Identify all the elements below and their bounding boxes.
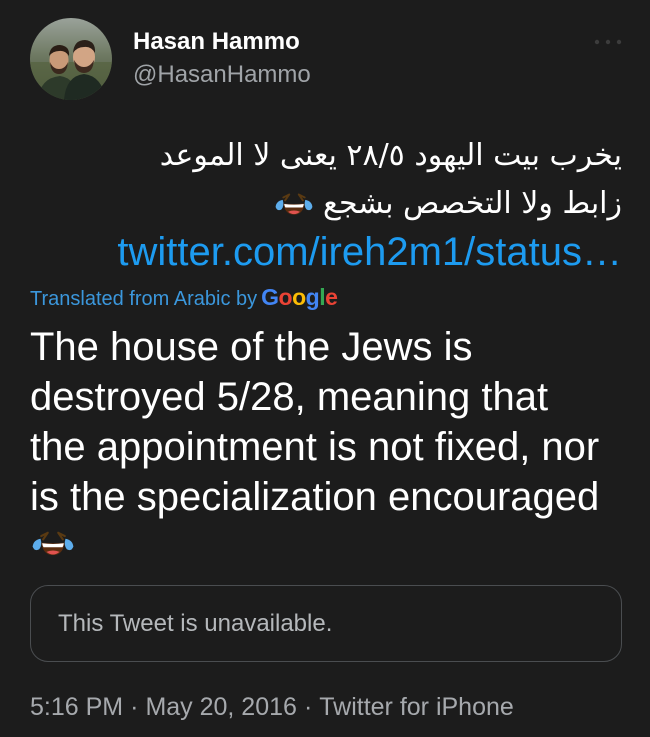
- translation-line: destroyed 5/28, meaning that: [30, 375, 549, 419]
- google-logo-letter: o: [292, 284, 306, 310]
- translation-line: is the specialization encouraged: [30, 475, 600, 519]
- separator: ·: [303, 693, 313, 721]
- tweet-text-line: يخرب بيت اليهود ٢٨/٥ يعنى لا الموعد: [159, 138, 622, 173]
- quoted-tweet-card[interactable]: This Tweet is unavailable.: [30, 585, 622, 662]
- more-icon: [594, 39, 622, 45]
- tweet-detail: Hasan Hammo @HasanHammo يخرب بيت اليهود …: [0, 0, 650, 737]
- separator: ·: [130, 693, 139, 721]
- tweet-date[interactable]: May 20, 2016: [145, 693, 297, 721]
- tweet-translation: The house of the Jews is destroyed 5/28,…: [30, 322, 599, 569]
- google-logo: Google: [261, 284, 338, 310]
- google-logo-letter: G: [261, 284, 279, 310]
- translation-label: Translated from Arabic by: [30, 288, 258, 310]
- tweet-metadata: 5:16 PM · May 20, 2016 · Twitter for iPhone: [30, 692, 514, 722]
- avatar[interactable]: [30, 18, 112, 100]
- tweet-link[interactable]: twitter.com/ireh2m1/status…: [117, 228, 622, 276]
- author-handle[interactable]: @HasanHammo: [133, 61, 311, 89]
- translation-line: the appointment is not fixed, nor: [30, 425, 600, 469]
- translation-emoji-line: [30, 519, 599, 569]
- tweet-time[interactable]: 5:16 PM: [30, 693, 123, 721]
- tweet-text-fragment: زابط ولا التخصص بشجع: [323, 186, 622, 221]
- avatar-photo: [30, 18, 112, 100]
- more-options-button[interactable]: [592, 35, 624, 49]
- tweet-source[interactable]: Twitter for iPhone: [319, 693, 514, 721]
- translation-attribution: Translated from Arabic by Google: [30, 284, 338, 312]
- tweet-text-line: زابط ولا التخصص بشجع: [62, 180, 622, 228]
- quoted-tweet-unavailable-text: This Tweet is unavailable.: [58, 610, 333, 637]
- face-with-tears-of-joy-icon: [275, 182, 313, 220]
- google-logo-letter: o: [278, 284, 293, 310]
- google-logo-letter: g: [305, 284, 320, 310]
- translation-line: The house of the Jews is: [30, 325, 473, 369]
- author-name[interactable]: Hasan Hammo: [133, 28, 300, 56]
- tweet-original-text: يخرب بيت اليهود ٢٨/٥ يعنى لا الموعد زابط…: [62, 132, 622, 228]
- google-logo-letter: e: [325, 284, 338, 310]
- face-with-tears-of-joy-icon: [32, 519, 74, 561]
